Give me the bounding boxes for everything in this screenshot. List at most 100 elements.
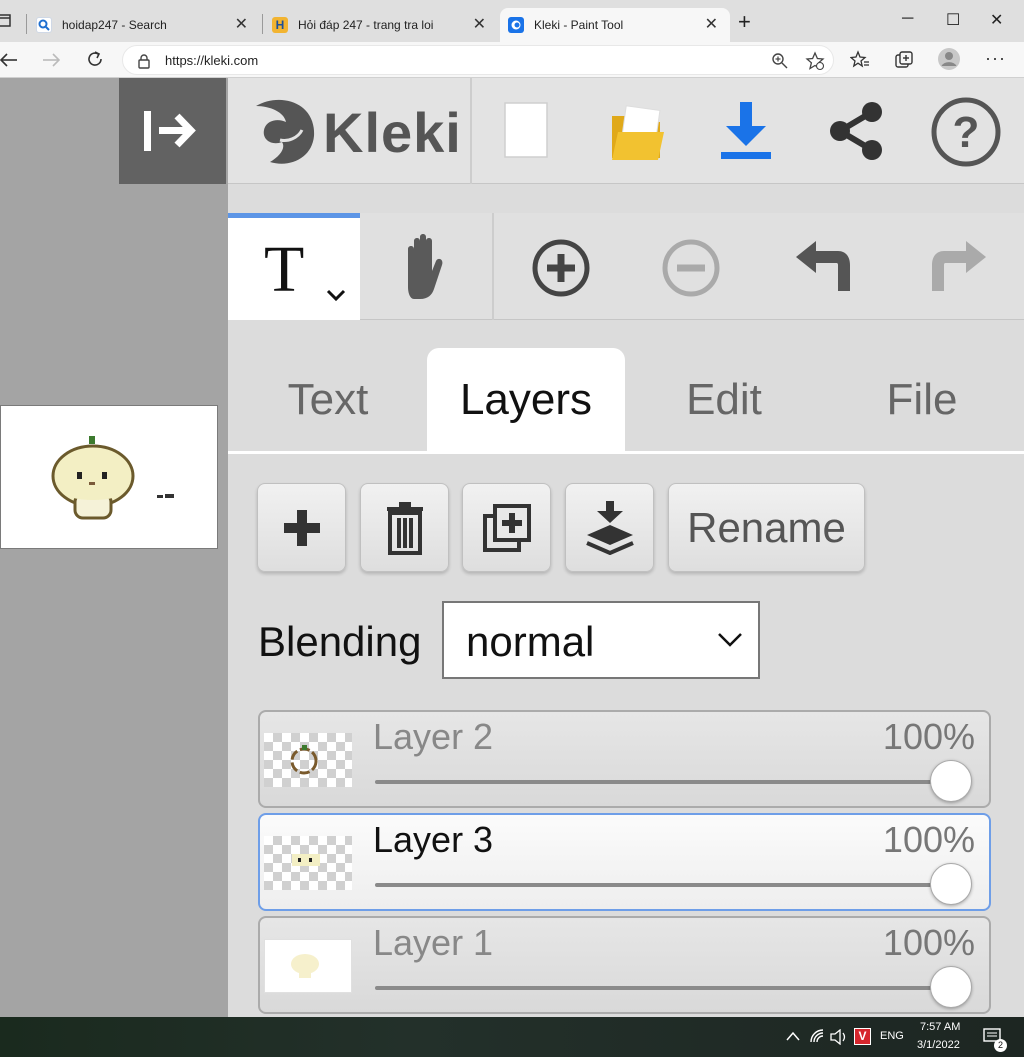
zoom-out-icon[interactable] bbox=[660, 237, 722, 299]
back-icon[interactable] bbox=[0, 52, 18, 68]
separator bbox=[492, 213, 494, 320]
tab-edit[interactable]: Edit bbox=[644, 348, 804, 452]
plus-icon bbox=[283, 509, 320, 546]
layer-name[interactable]: Layer 2 bbox=[373, 716, 493, 758]
open-folder-icon[interactable] bbox=[610, 104, 666, 162]
tab-layers[interactable]: Layers bbox=[427, 348, 625, 452]
kleki-favicon-icon bbox=[508, 17, 524, 33]
address-bar: https://kleki.com ··· bbox=[0, 42, 1024, 78]
tab-kleki[interactable]: Kleki - Paint Tool ✕ bbox=[500, 8, 730, 42]
tab-search[interactable]: hoidap247 - Search ✕ bbox=[36, 8, 260, 42]
more-menu-icon[interactable]: ··· bbox=[985, 48, 1006, 69]
opacity-slider-track[interactable] bbox=[375, 883, 955, 887]
tab-title: Hỏi đáp 247 - trang tra loi bbox=[298, 18, 434, 32]
blending-value: normal bbox=[466, 618, 595, 665]
help-icon[interactable]: ? bbox=[930, 96, 1002, 168]
merge-down-button[interactable] bbox=[565, 483, 654, 572]
tab-actions-icon[interactable] bbox=[0, 14, 12, 28]
layer-thumbnail bbox=[264, 939, 352, 993]
chevron-down-icon[interactable] bbox=[326, 288, 346, 302]
duplicate-icon bbox=[482, 503, 531, 552]
tab-underline bbox=[228, 451, 1024, 454]
minimize-button[interactable]: ─ bbox=[902, 10, 913, 28]
separator bbox=[470, 78, 472, 184]
notification-count: 2 bbox=[994, 1039, 1007, 1052]
opacity-slider-track[interactable] bbox=[375, 780, 955, 784]
share-icon[interactable] bbox=[826, 100, 886, 162]
text-tool-glyph: T bbox=[264, 233, 305, 306]
layer-item[interactable]: Layer 1 100% bbox=[258, 916, 991, 1014]
kleki-sidebar: Kleki ? T Text Layers Edit File Rename B… bbox=[228, 78, 1024, 1018]
tab-separator bbox=[26, 14, 27, 34]
close-tab-icon[interactable]: ✕ bbox=[705, 14, 718, 34]
opacity-slider-handle[interactable] bbox=[930, 863, 972, 905]
opacity-slider-handle[interactable] bbox=[930, 760, 972, 802]
layer-name[interactable]: Layer 1 bbox=[373, 922, 493, 964]
hand-icon[interactable] bbox=[394, 231, 454, 303]
blending-select[interactable]: normal bbox=[442, 601, 760, 679]
input-language[interactable]: ENG bbox=[880, 1030, 904, 1042]
hoidap-favicon-icon: H bbox=[272, 17, 288, 33]
tab-text[interactable]: Text bbox=[248, 348, 408, 452]
antivirus-tray-icon[interactable]: V bbox=[854, 1028, 871, 1045]
collections-icon[interactable] bbox=[894, 50, 914, 70]
close-window-button[interactable]: ✕ bbox=[990, 10, 1003, 30]
favorites-icon[interactable] bbox=[850, 50, 870, 70]
zoom-in-icon[interactable] bbox=[530, 237, 592, 299]
refresh-icon[interactable] bbox=[86, 50, 104, 68]
wifi-icon[interactable] bbox=[809, 1028, 825, 1044]
undo-icon[interactable] bbox=[794, 237, 858, 297]
url-field[interactable]: https://kleki.com bbox=[122, 45, 834, 75]
collapse-arrow-icon bbox=[144, 111, 196, 151]
mushroom-drawing bbox=[51, 436, 174, 520]
lock-icon[interactable] bbox=[137, 53, 151, 69]
forward-icon[interactable] bbox=[42, 52, 60, 68]
add-favorite-icon[interactable] bbox=[805, 51, 825, 71]
windows-taskbar: V ENG 7:57 AM 3/1/2022 2 bbox=[0, 1017, 1024, 1057]
chevron-up-icon[interactable] bbox=[786, 1031, 800, 1041]
download-icon[interactable] bbox=[718, 100, 774, 160]
volume-icon[interactable] bbox=[830, 1029, 848, 1045]
blending-label: Blending bbox=[258, 618, 422, 665]
clock-time[interactable]: 7:57 AM bbox=[920, 1021, 960, 1033]
close-tab-icon[interactable]: ✕ bbox=[235, 14, 248, 34]
tab-title: hoidap247 - Search bbox=[62, 18, 167, 32]
delete-layer-button[interactable] bbox=[360, 483, 449, 572]
layer-opacity: 100% bbox=[882, 922, 975, 963]
collapse-panel-button[interactable] bbox=[119, 78, 226, 184]
kleki-top-bar: Kleki ? bbox=[228, 78, 1024, 184]
chevron-down-icon bbox=[718, 633, 742, 647]
url-text: https://kleki.com bbox=[165, 53, 259, 68]
tab-hoidap[interactable]: H Hỏi đáp 247 - trang tra loi ✕ bbox=[272, 8, 498, 42]
zoom-icon[interactable] bbox=[771, 52, 789, 70]
duplicate-layer-button[interactable] bbox=[462, 483, 551, 572]
panel-tabs: Text Layers Edit File bbox=[228, 348, 1024, 452]
opacity-slider-track[interactable] bbox=[375, 986, 955, 990]
maximize-button[interactable]: ☐ bbox=[946, 10, 960, 30]
search-favicon-icon bbox=[36, 17, 52, 33]
layer-item[interactable]: Layer 2 100% bbox=[258, 710, 991, 808]
layer-opacity: 100% bbox=[882, 716, 975, 757]
opacity-slider-handle[interactable] bbox=[930, 966, 972, 1008]
layer-thumbnail bbox=[264, 836, 352, 890]
new-tab-button[interactable]: + bbox=[738, 9, 751, 35]
layer-thumbnail bbox=[264, 733, 352, 787]
close-tab-icon[interactable]: ✕ bbox=[473, 14, 486, 34]
drawing-canvas[interactable] bbox=[0, 405, 218, 549]
kleki-logo-icon bbox=[256, 99, 315, 164]
redo-icon[interactable] bbox=[924, 237, 988, 297]
layer-item-selected[interactable]: Layer 3 100% bbox=[258, 813, 991, 911]
tab-separator bbox=[262, 14, 263, 34]
kleki-logo-text: Kleki bbox=[323, 101, 462, 164]
rename-layer-button[interactable]: Rename bbox=[668, 483, 865, 572]
layer-name[interactable]: Layer 3 bbox=[373, 819, 493, 861]
profile-avatar-icon[interactable] bbox=[937, 47, 961, 71]
new-image-icon[interactable] bbox=[502, 100, 550, 160]
text-tool-button[interactable]: T bbox=[228, 213, 360, 320]
tab-title: Kleki - Paint Tool bbox=[534, 18, 624, 32]
trash-icon bbox=[386, 501, 423, 555]
add-layer-button[interactable] bbox=[257, 483, 346, 572]
clock-date[interactable]: 3/1/2022 bbox=[917, 1039, 960, 1051]
tab-file[interactable]: File bbox=[842, 348, 1002, 452]
svg-text:?: ? bbox=[953, 108, 980, 157]
